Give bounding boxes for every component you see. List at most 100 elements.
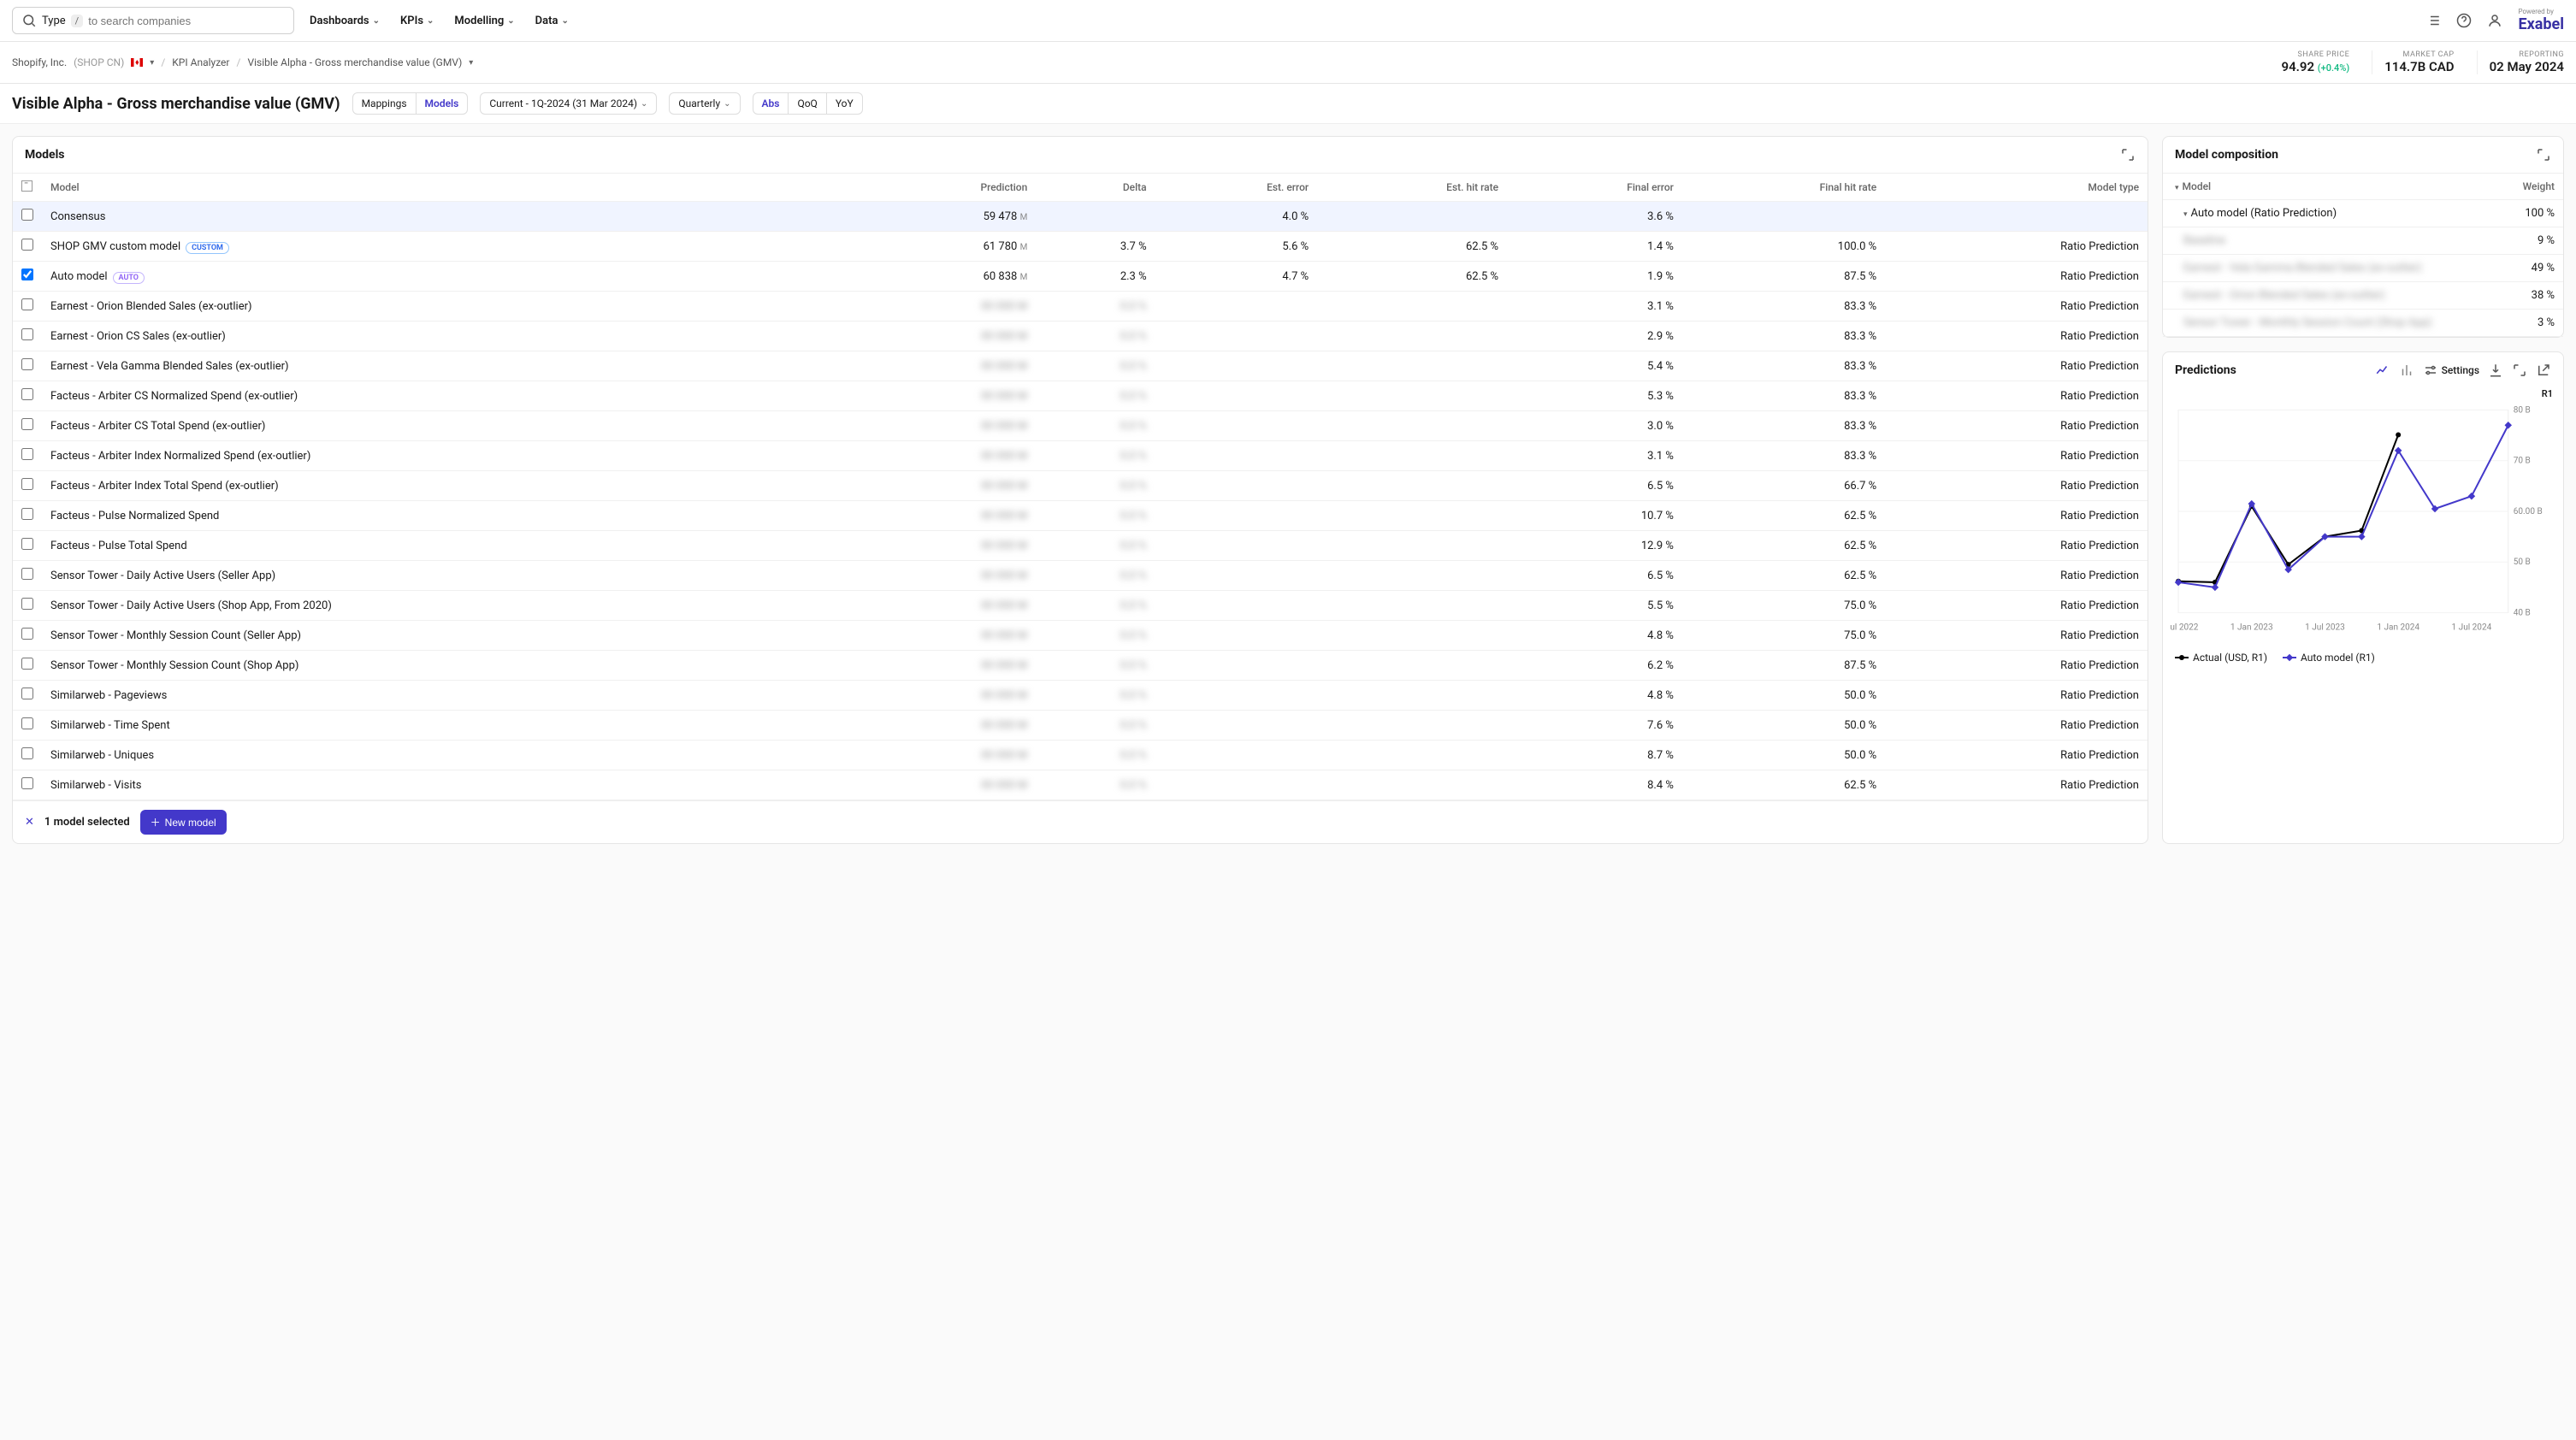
table-row[interactable]: Facteus - Arbiter Index Total Spend (ex-… <box>13 471 2148 501</box>
row-checkbox[interactable] <box>21 747 33 759</box>
expand-icon[interactable] <box>2536 147 2551 162</box>
chart-settings-button[interactable]: Settings <box>2423 363 2479 378</box>
exabel-logo: Powered by Exabel <box>2518 8 2564 33</box>
composition-row[interactable]: Earnest - Vela Gamma Blended Sales (ex-o… <box>2163 255 2563 282</box>
row-checkbox[interactable] <box>21 658 33 670</box>
table-row[interactable]: Sensor Tower - Daily Active Users (Shop … <box>13 591 2148 621</box>
model-name-cell: Sensor Tower - Monthly Session Count (Se… <box>42 621 860 651</box>
col-delta[interactable]: Delta <box>1036 174 1155 202</box>
company-search[interactable]: Type / <box>12 7 294 34</box>
fullscreen-icon[interactable] <box>2512 363 2527 378</box>
table-row[interactable]: Facteus - Arbiter CS Normalized Spend (e… <box>13 381 2148 411</box>
type-cell: Ratio Prediction <box>1885 411 2148 441</box>
row-checkbox[interactable] <box>21 298 33 310</box>
row-checkbox[interactable] <box>21 239 33 251</box>
mode-yoy[interactable]: YoY <box>826 93 862 114</box>
col-est-error[interactable]: Est. error <box>1155 174 1318 202</box>
table-row[interactable]: Earnest - Orion CS Sales (ex-outlier) 00… <box>13 322 2148 351</box>
breadcrumb-kpi-analyzer[interactable]: KPI Analyzer <box>172 56 229 68</box>
row-checkbox[interactable] <box>21 598 33 610</box>
row-checkbox[interactable] <box>21 777 33 789</box>
row-checkbox[interactable] <box>21 269 33 280</box>
user-icon[interactable] <box>2487 13 2502 28</box>
col-final-error[interactable]: Final error <box>1507 174 1682 202</box>
est-hit-cell <box>1317 441 1507 471</box>
table-row[interactable]: Similarweb - Uniques 00 000 M 0.0 % 8.7 … <box>13 741 2148 770</box>
composition-root-row[interactable]: ▾Auto model (Ratio Prediction) 100 % <box>2163 200 2563 227</box>
legend-auto[interactable]: Auto model (R1) <box>2283 652 2375 664</box>
table-row[interactable]: Facteus - Pulse Total Spend 00 000 M 0.0… <box>13 531 2148 561</box>
bar-chart-icon[interactable] <box>2399 363 2414 378</box>
table-row[interactable]: Sensor Tower - Monthly Session Count (Sh… <box>13 651 2148 681</box>
col-model[interactable]: Model <box>42 174 860 202</box>
row-checkbox[interactable] <box>21 717 33 729</box>
row-checkbox[interactable] <box>21 448 33 460</box>
composition-row[interactable]: Baseline9 % <box>2163 227 2563 255</box>
row-checkbox[interactable] <box>21 628 33 640</box>
table-row[interactable]: Facteus - Arbiter Index Normalized Spend… <box>13 441 2148 471</box>
row-checkbox[interactable] <box>21 418 33 430</box>
final-hit-cell: 50.0 % <box>1682 711 1885 741</box>
help-icon[interactable] <box>2456 13 2472 28</box>
composition-row[interactable]: Sensor Tower - Monthly Session Count (Sh… <box>2163 310 2563 337</box>
table-row[interactable]: Similarweb - Visits 00 000 M 0.0 % 8.4 %… <box>13 770 2148 800</box>
final-error-cell: 3.6 % <box>1507 202 1682 232</box>
col-est-hit[interactable]: Est. hit rate <box>1317 174 1507 202</box>
table-row[interactable]: Similarweb - Pageviews 00 000 M 0.0 % 4.… <box>13 681 2148 711</box>
download-icon[interactable] <box>2488 363 2503 378</box>
period-selector[interactable]: Current - 1Q-2024 (31 Mar 2024) ⌄ <box>480 92 657 115</box>
model-name-cell: Facteus - Arbiter CS Total Spend (ex-out… <box>42 411 860 441</box>
list-icon[interactable] <box>2425 13 2441 28</box>
tab-models[interactable]: Models <box>416 93 468 114</box>
nav-dashboards[interactable]: Dashboards ⌄ <box>310 15 380 27</box>
clear-selection-icon[interactable]: ✕ <box>25 816 34 829</box>
col-final-hit[interactable]: Final hit rate <box>1682 174 1885 202</box>
legend-actual[interactable]: Actual (USD, R1) <box>2175 652 2267 664</box>
table-row[interactable]: Sensor Tower - Daily Active Users (Selle… <box>13 561 2148 591</box>
table-row[interactable]: Similarweb - Time Spent 00 000 M 0.0 % 7… <box>13 711 2148 741</box>
final-error-cell: 6.2 % <box>1507 651 1682 681</box>
row-checkbox[interactable] <box>21 388 33 400</box>
settings-icon <box>2423 363 2438 378</box>
company-dropdown-icon[interactable]: ▾ <box>150 58 154 68</box>
predictions-chart[interactable]: 40 B50 B60.00 B70 B80 B1 Jul 20221 Jan 2… <box>2170 388 2556 645</box>
new-model-button[interactable]: ＋New model <box>140 810 227 835</box>
est-hit-cell <box>1317 531 1507 561</box>
expand-icon[interactable] <box>2120 147 2136 162</box>
search-input[interactable] <box>88 15 285 27</box>
table-row[interactable]: Facteus - Arbiter CS Total Spend (ex-out… <box>13 411 2148 441</box>
breadcrumb-company[interactable]: Shopify, Inc. <box>12 56 67 68</box>
breadcrumb-metric[interactable]: Visible Alpha - Gross merchandise value … <box>247 56 462 68</box>
table-row[interactable]: Earnest - Orion Blended Sales (ex-outlie… <box>13 292 2148 322</box>
row-checkbox[interactable] <box>21 568 33 580</box>
est-error-cell <box>1155 531 1318 561</box>
svg-text:1 Jul 2023: 1 Jul 2023 <box>2305 623 2345 633</box>
metric-dropdown-icon[interactable]: ▾ <box>469 58 473 68</box>
col-prediction[interactable]: Prediction <box>860 174 1036 202</box>
row-checkbox[interactable] <box>21 508 33 520</box>
mode-qoq[interactable]: QoQ <box>788 93 825 114</box>
table-row[interactable]: Sensor Tower - Monthly Session Count (Se… <box>13 621 2148 651</box>
row-checkbox[interactable] <box>21 688 33 699</box>
row-checkbox[interactable] <box>21 328 33 340</box>
row-checkbox[interactable] <box>21 478 33 490</box>
table-row[interactable]: Facteus - Pulse Normalized Spend 00 000 … <box>13 501 2148 531</box>
table-row[interactable]: SHOP GMV custom modelCUSTOM 61 780 M 3.7… <box>13 232 2148 262</box>
popout-icon[interactable] <box>2536 363 2551 378</box>
composition-row[interactable]: Earnest - Orion Blended Sales (ex-outlie… <box>2163 282 2563 310</box>
nav-modelling[interactable]: Modelling ⌄ <box>454 15 514 27</box>
nav-data[interactable]: Data ⌄ <box>535 15 569 27</box>
table-row[interactable]: Earnest - Vela Gamma Blended Sales (ex-o… <box>13 351 2148 381</box>
nav-kpis[interactable]: KPIs ⌄ <box>400 15 434 27</box>
mode-abs[interactable]: Abs <box>753 93 789 114</box>
col-model-type[interactable]: Model type <box>1885 174 2148 202</box>
table-row[interactable]: Consensus 59 478 M 4.0 % 3.6 % <box>13 202 2148 232</box>
line-chart-icon[interactable] <box>2375 363 2390 378</box>
row-checkbox[interactable] <box>21 209 33 221</box>
row-checkbox[interactable] <box>21 538 33 550</box>
frequency-selector[interactable]: Quarterly ⌄ <box>669 92 740 115</box>
tab-mappings[interactable]: Mappings <box>353 93 416 114</box>
est-error-cell <box>1155 770 1318 800</box>
row-checkbox[interactable] <box>21 358 33 370</box>
table-row[interactable]: Auto modelAUTO 60 838 M 2.3 % 4.7 % 62.5… <box>13 262 2148 292</box>
